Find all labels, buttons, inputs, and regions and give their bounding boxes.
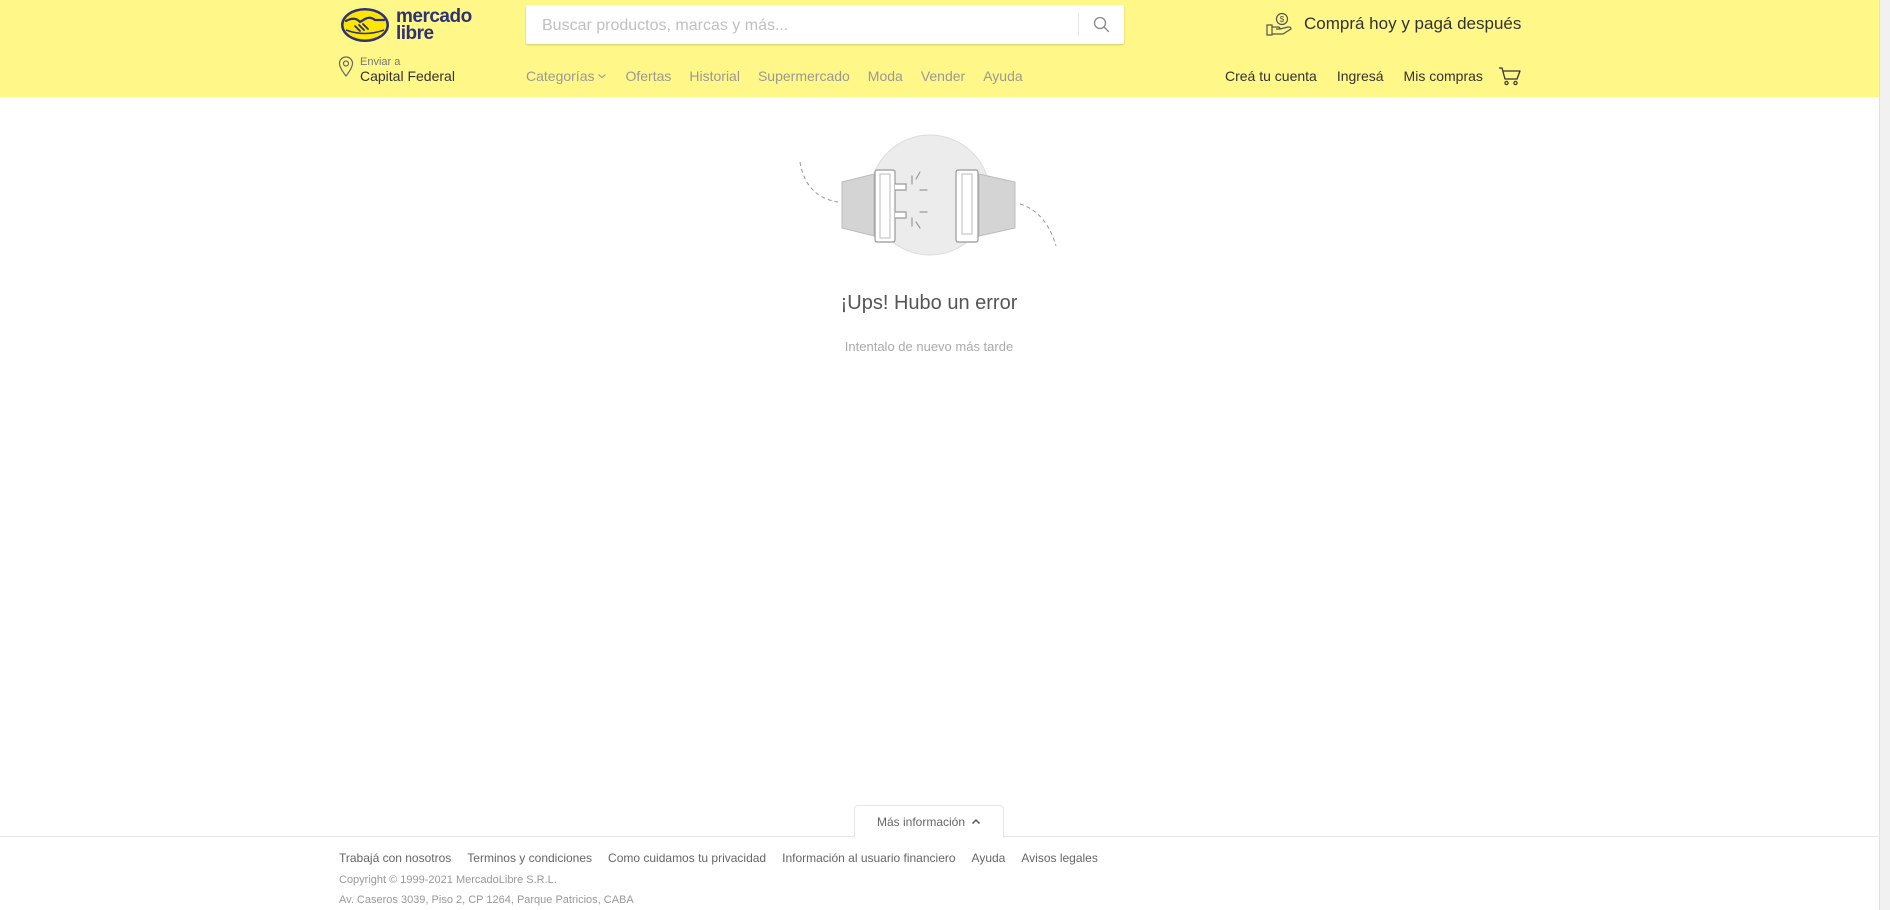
footer-link-info-financiero[interactable]: Información al usuario financiero — [782, 851, 955, 865]
header: mercado libre $ Comprá hoy y pagá despué… — [0, 0, 1880, 97]
account-nav: Creá tu cuenta Ingresá Mis compras — [1225, 68, 1503, 84]
search-icon — [1093, 16, 1110, 33]
logo-line2: libre — [396, 23, 434, 44]
error-subtitle: Intentalo de nuevo más tarde — [844, 339, 1014, 354]
main-nav: Categorías Ofertas Historial Supermercad… — [526, 68, 1041, 84]
location-pin-icon — [338, 56, 354, 77]
address-text: Av. Caseros 3039, Piso 2, CP 1264, Parqu… — [339, 894, 634, 906]
promo-text: Comprá hoy y pagá después — [1304, 14, 1522, 33]
cart-button[interactable] — [1498, 66, 1522, 91]
nav-moda[interactable]: Moda — [868, 68, 903, 84]
svg-text:$: $ — [1280, 15, 1285, 24]
promo-banner[interactable]: $ Comprá hoy y pagá después — [1266, 12, 1521, 36]
nav-historial[interactable]: Historial — [689, 68, 740, 84]
logo-wordmark[interactable]: mercado libre — [396, 7, 472, 44]
payment-hand-icon: $ — [1266, 12, 1292, 36]
chevron-down-icon — [598, 74, 607, 79]
footer-link-trabaja[interactable]: Trabajá con nosotros — [339, 851, 451, 865]
disconnected-plug-icon — [799, 134, 1057, 256]
login-link[interactable]: Ingresá — [1337, 68, 1384, 84]
cart-icon — [1499, 67, 1521, 86]
footer-links: Trabajá con nosotros Terminos y condicio… — [339, 851, 1114, 865]
footer-link-avisos-legales[interactable]: Avisos legales — [1021, 851, 1098, 865]
nav-ayuda[interactable]: Ayuda — [983, 68, 1022, 84]
nav-ofertas[interactable]: Ofertas — [625, 68, 671, 84]
nav-categorias-label: Categorías — [526, 68, 595, 84]
logo-handshake-icon — [341, 8, 389, 42]
footer-link-privacidad[interactable]: Como cuidamos tu privacidad — [608, 851, 766, 865]
nav-vender[interactable]: Vender — [921, 68, 965, 84]
search-button[interactable] — [1079, 5, 1124, 44]
location-selector[interactable]: Enviar a Capital Federal — [338, 56, 455, 84]
page-scrollbar[interactable] — [1879, 0, 1890, 910]
nav-supermercado[interactable]: Supermercado — [758, 68, 850, 84]
more-info-label: Más información — [876, 815, 966, 829]
location-label: Enviar a — [360, 56, 401, 68]
my-purchases-link[interactable]: Mis compras — [1404, 68, 1483, 84]
nav-categorias[interactable]: Categorías — [526, 68, 607, 84]
error-title: ¡Ups! Hubo un error — [840, 292, 1018, 314]
footer-link-ayuda[interactable]: Ayuda — [972, 851, 1006, 865]
location-city: Capital Federal — [360, 68, 455, 84]
search-bar — [526, 5, 1124, 46]
footer-link-terminos[interactable]: Terminos y condiciones — [467, 851, 592, 865]
error-illustration — [796, 132, 1061, 257]
copyright-text: Copyright © 1999-2021 MercadoLibre S.R.L… — [339, 874, 557, 886]
chevron-up-icon — [971, 818, 981, 825]
search-input[interactable] — [540, 5, 1064, 46]
create-account-link[interactable]: Creá tu cuenta — [1225, 68, 1317, 84]
more-info-button[interactable]: Más información — [854, 805, 1004, 838]
